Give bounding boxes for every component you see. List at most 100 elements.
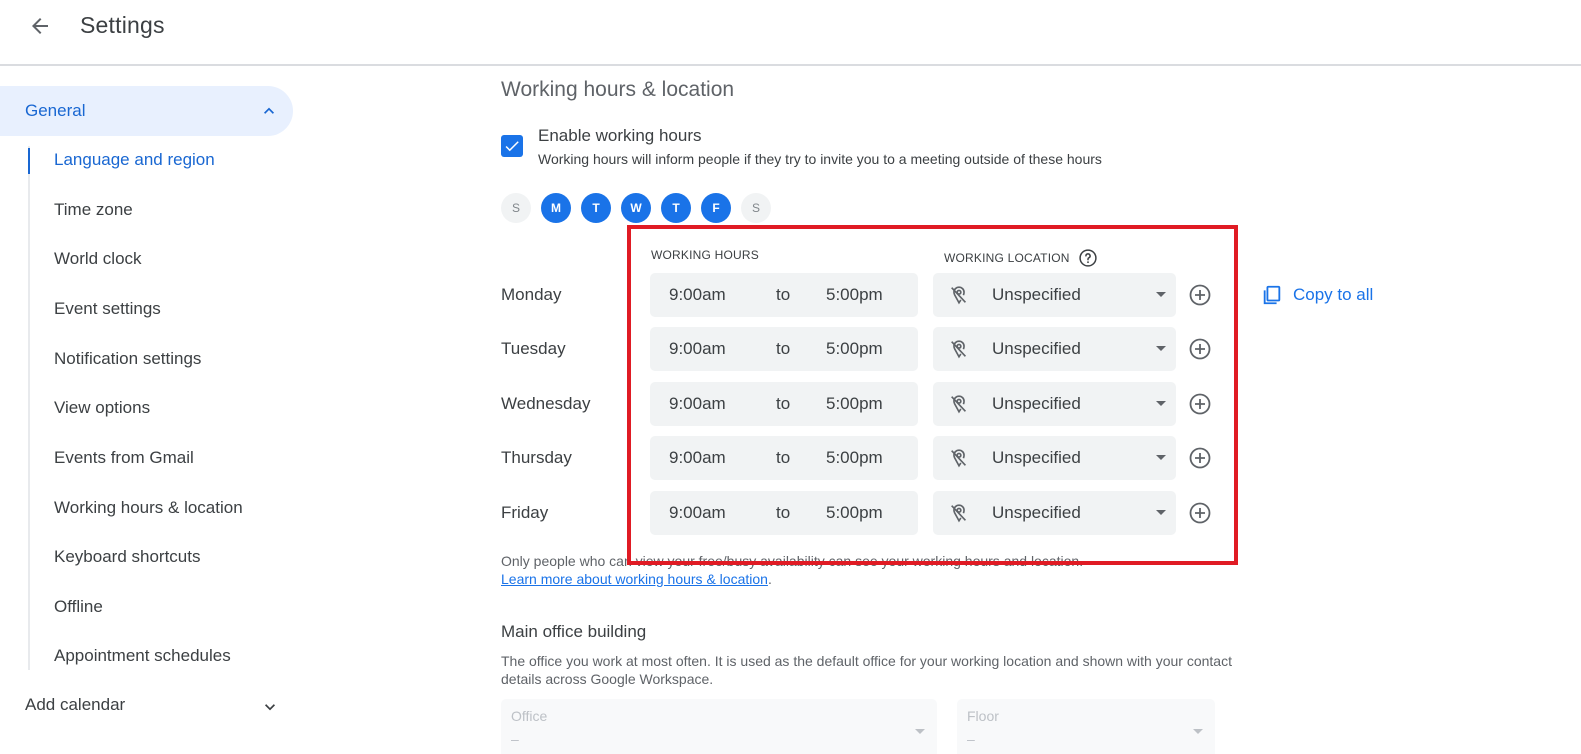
floor-select[interactable]: Floor – <box>957 699 1215 754</box>
day-selector: S M T W T F S <box>501 193 771 223</box>
add-circle-icon[interactable] <box>1188 392 1212 416</box>
day-label: Wednesday <box>501 394 591 413</box>
end-time-select[interactable]: 5:00pm <box>826 285 883 305</box>
add-circle-icon[interactable] <box>1188 501 1212 525</box>
location-select[interactable]: Unspecified <box>933 327 1176 371</box>
day-label: Thursday <box>501 448 572 467</box>
enable-working-hours-label: Enable working hours <box>538 126 702 145</box>
copy-to-all-label: Copy to all <box>1293 285 1374 304</box>
enable-working-hours-checkbox[interactable] <box>501 135 523 157</box>
main-office-title: Main office building <box>501 622 647 641</box>
back-button[interactable] <box>24 10 56 42</box>
main-content: Working hours & location Enable working … <box>501 68 1581 754</box>
start-time-select[interactable]: 9:00am <box>669 503 726 523</box>
sidebar-item-keyboard-shortcuts[interactable]: Keyboard shortcuts <box>54 547 200 567</box>
time-separator: to <box>776 339 791 358</box>
time-separator: to <box>776 394 791 413</box>
dropdown-caret-icon <box>1156 292 1166 297</box>
day-label: Tuesday <box>501 339 566 358</box>
sidebar-item-time-zone[interactable]: Time zone <box>54 200 133 220</box>
location-select[interactable]: Unspecified <box>933 491 1176 535</box>
top-bar: Settings <box>0 0 1581 66</box>
chevron-up-icon <box>264 107 274 114</box>
office-label: Office <box>511 708 548 724</box>
sidebar-sub-rail <box>28 146 30 670</box>
sidebar-item-event-settings[interactable]: Event settings <box>54 299 161 319</box>
day-toggle-friday[interactable]: F <box>701 193 731 223</box>
sidebar-item-notification-settings[interactable]: Notification settings <box>54 349 201 369</box>
learn-more: Learn more about working hours & locatio… <box>501 571 772 587</box>
start-time-select[interactable]: 9:00am <box>669 285 726 305</box>
day-toggle-sunday[interactable]: S <box>501 193 531 223</box>
day-toggle-saturday[interactable]: S <box>741 193 771 223</box>
checkmark-icon <box>505 141 519 152</box>
sidebar-item-working-hours-location[interactable]: Working hours & location <box>54 498 243 518</box>
main-office-description: The office you work at most often. It is… <box>501 653 1232 687</box>
location-value: Unspecified <box>992 285 1081 304</box>
arrow-left-icon <box>32 18 48 34</box>
working-hours-header: WORKING HOURS <box>651 248 759 262</box>
day-toggle-thursday[interactable]: T <box>661 193 691 223</box>
location-off-icon <box>951 504 967 523</box>
day-label: Friday <box>501 503 549 522</box>
end-time-select[interactable]: 5:00pm <box>826 394 883 414</box>
location-select[interactable]: Unspecified <box>933 436 1176 480</box>
time-range: 9:00am to 5:00pm <box>650 327 918 371</box>
location-off-icon <box>951 340 967 359</box>
time-range: 9:00am to 5:00pm <box>650 382 918 426</box>
visibility-note: Only people who can view your free/busy … <box>501 553 1084 569</box>
add-circle-icon[interactable] <box>1188 337 1212 361</box>
add-circle-icon[interactable] <box>1188 446 1212 470</box>
time-separator: to <box>776 285 791 304</box>
day-row-thursday: Thursday 9:00am to 5:00pm Unspecified <box>501 436 1581 480</box>
sidebar-active-indicator <box>28 148 30 174</box>
sidebar-item-view-options[interactable]: View options <box>54 398 150 418</box>
section-title: Working hours & location <box>501 78 735 101</box>
day-toggle-tuesday[interactable]: T <box>581 193 611 223</box>
time-range: 9:00am to 5:00pm <box>650 273 918 317</box>
copy-to-all-button[interactable]: Copy to all <box>1261 284 1373 306</box>
sidebar-group-label: General <box>25 101 86 120</box>
sidebar-item-events-from-gmail[interactable]: Events from Gmail <box>54 448 194 468</box>
start-time-select[interactable]: 9:00am <box>669 394 726 414</box>
time-range: 9:00am to 5:00pm <box>650 491 918 535</box>
day-toggle-monday[interactable]: M <box>541 193 571 223</box>
end-time-select[interactable]: 5:00pm <box>826 448 883 468</box>
sidebar-item-appointment-schedules[interactable]: Appointment schedules <box>54 646 231 666</box>
time-separator: to <box>776 503 791 522</box>
working-location-header-label: WORKING LOCATION <box>944 251 1070 265</box>
day-label: Monday <box>501 285 562 304</box>
time-separator: to <box>776 448 791 467</box>
start-time-select[interactable]: 9:00am <box>669 448 726 468</box>
help-icon[interactable] <box>1078 248 1098 268</box>
learn-more-suffix: . <box>767 571 772 587</box>
chevron-down-icon[interactable] <box>260 697 280 717</box>
sidebar-item-offline[interactable]: Offline <box>54 597 103 617</box>
sidebar: General Language and region Time zone Wo… <box>0 68 300 754</box>
dropdown-caret-icon <box>1156 455 1166 460</box>
start-time-select[interactable]: 9:00am <box>669 339 726 359</box>
location-value: Unspecified <box>992 503 1081 522</box>
sidebar-group-add-calendar[interactable]: Add calendar <box>25 695 125 715</box>
dropdown-caret-icon <box>1193 729 1203 734</box>
day-row-friday: Friday 9:00am to 5:00pm Unspecified <box>501 491 1581 535</box>
sidebar-item-language-and-region[interactable]: Language and region <box>54 150 215 170</box>
sidebar-group-general[interactable]: General <box>0 86 293 136</box>
office-value: – <box>511 731 519 747</box>
floor-label: Floor <box>967 708 999 724</box>
location-off-icon <box>951 286 967 305</box>
day-row-tuesday: Tuesday 9:00am to 5:00pm Unspecified <box>501 327 1581 371</box>
dropdown-caret-icon <box>1156 510 1166 515</box>
learn-more-link[interactable]: Learn more about working hours & locatio… <box>501 571 768 587</box>
day-toggle-wednesday[interactable]: W <box>621 193 651 223</box>
day-row-wednesday: Wednesday 9:00am to 5:00pm Unspecified <box>501 382 1581 426</box>
office-select[interactable]: Office – <box>501 699 937 754</box>
end-time-select[interactable]: 5:00pm <box>826 503 883 523</box>
dropdown-caret-icon <box>1156 346 1166 351</box>
end-time-select[interactable]: 5:00pm <box>826 339 883 359</box>
sidebar-item-world-clock[interactable]: World clock <box>54 249 142 269</box>
dropdown-caret-icon <box>915 729 925 734</box>
location-select[interactable]: Unspecified <box>933 382 1176 426</box>
add-circle-icon[interactable] <box>1188 283 1212 307</box>
location-select[interactable]: Unspecified <box>933 273 1176 317</box>
